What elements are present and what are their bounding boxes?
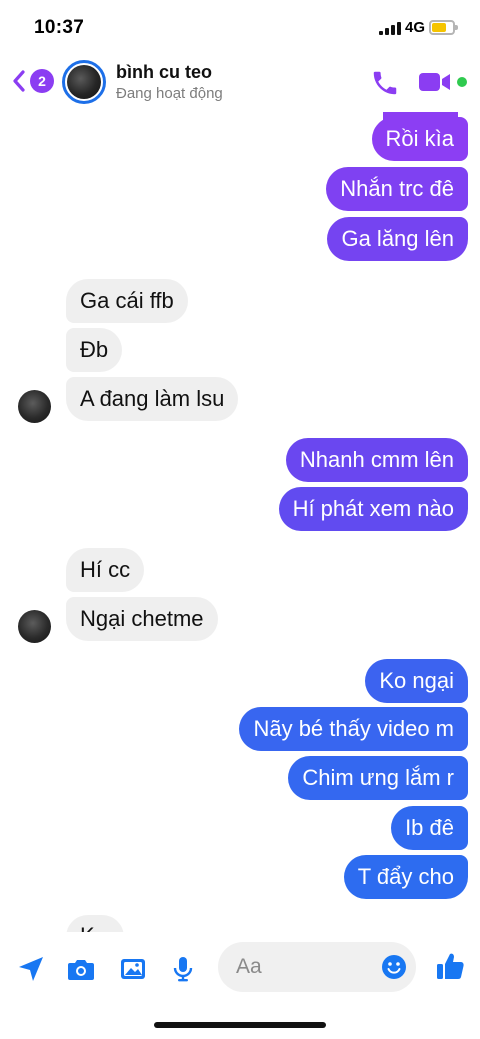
back-button[interactable]: 2 [12,66,54,96]
composer-bar [0,932,480,1039]
emoji-icon[interactable] [381,954,407,980]
chat-header: 2 bình cu teo Đang hoạt động [0,56,480,112]
thumbs-up-icon[interactable] [434,950,466,982]
message-bubble-sent[interactable]: Hí phát xem nào [278,487,468,531]
message-input-field[interactable] [218,942,416,992]
message-bubble-sent[interactable]: Nãy bé thấy video m [239,707,468,751]
message-bubble-sent[interactable]: Rồi kìa [371,117,468,161]
message-bubble-sent[interactable]: Chim ưng lắm r [288,756,468,800]
home-indicator [154,1022,326,1028]
chevron-left-icon [13,70,25,92]
message-input[interactable] [236,952,376,982]
message-bubble-sent[interactable]: Ib đê [391,806,468,850]
location-arrow-icon[interactable] [16,954,46,984]
message-bubble-sent[interactable]: Nhắn trc đê [326,167,468,211]
video-call-icon[interactable] [418,70,452,94]
message-bubble-sent[interactable]: T đẩy cho [343,855,468,899]
message-bubble-sent[interactable]: Nhanh cmm lên [285,438,468,482]
photo-gallery-icon[interactable] [118,954,148,984]
camera-icon[interactable] [66,954,96,984]
message-bubble-received[interactable]: A đang làm lsu [66,377,239,421]
contact-avatar-small[interactable] [18,390,51,423]
contact-avatar[interactable] [62,60,106,104]
phone-icon[interactable] [370,68,400,98]
contact-status: Đang hoạt động [116,85,223,102]
message-bubble-sent[interactable]: Ga lăng lên [327,217,468,261]
message-bubble-sent[interactable]: Ko ngại [365,659,468,703]
active-status-dot [457,77,467,87]
message-bubble-received[interactable]: Ngại chetme [66,597,218,641]
unread-badge: 2 [30,69,54,93]
message-bubble-received[interactable]: Hí cc [66,548,145,592]
contact-avatar-small[interactable] [18,610,51,643]
message-list[interactable]: Rồi kìa Nhắn trc đê Ga lăng lên Ga cái f… [0,0,480,955]
microphone-icon[interactable] [168,954,198,984]
message-bubble-received[interactable]: Ga cái ffb [66,279,188,323]
message-bubble-received[interactable]: Đb [66,328,123,372]
contact-name[interactable]: bình cu teo [116,62,212,83]
